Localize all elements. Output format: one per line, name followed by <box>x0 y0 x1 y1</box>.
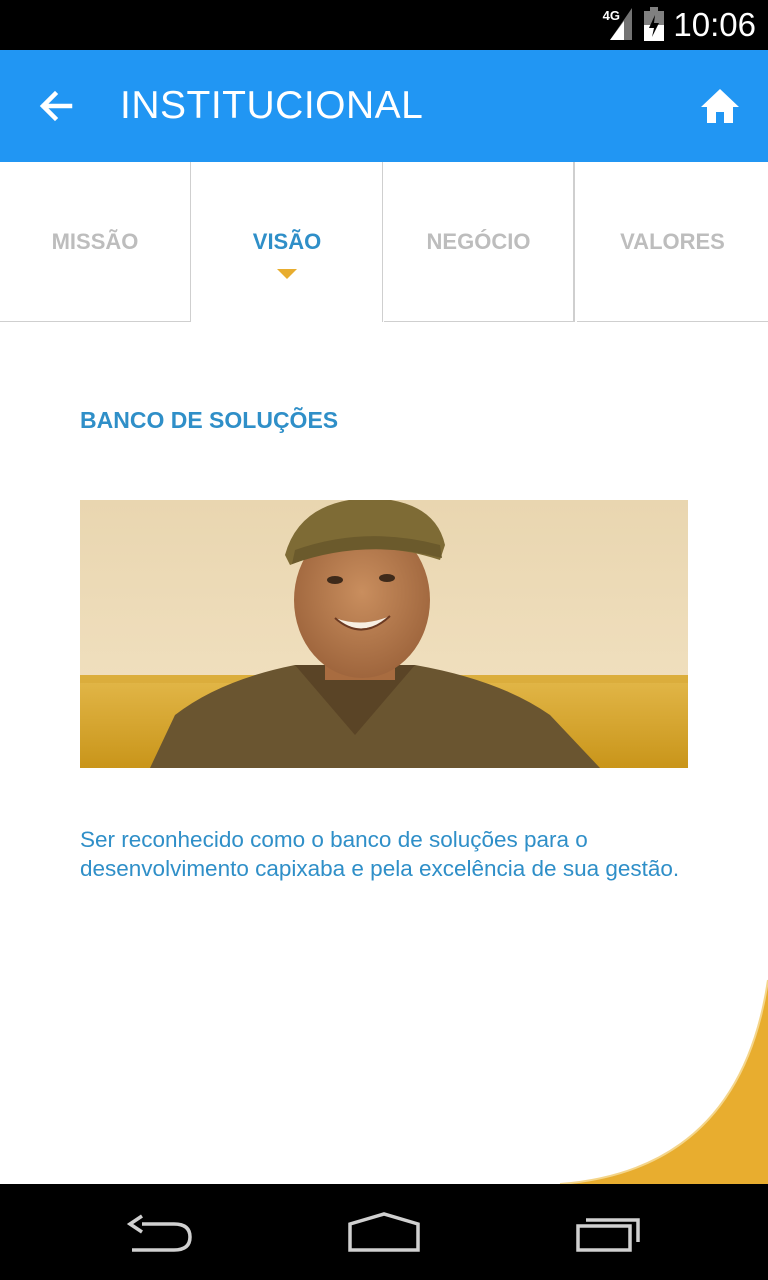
page-title: INSTITUCIONAL <box>120 84 424 127</box>
nav-recents-icon[interactable] <box>570 1202 650 1262</box>
section-heading: BANCO DE SOLUÇÕES <box>80 407 339 433</box>
selected-caret-icon <box>277 269 297 279</box>
nav-back-icon[interactable] <box>120 1202 200 1262</box>
status-bar: 4G 10:06 <box>0 0 768 50</box>
tab-label: VALORES <box>620 228 725 254</box>
system-nav-bar <box>0 1184 768 1280</box>
app-bar: INSTITUCIONAL <box>0 50 768 162</box>
clock: 10:06 <box>673 6 756 43</box>
tab-visao[interactable]: VISÃO <box>192 162 383 322</box>
farmer-photo <box>80 500 688 768</box>
signal-icon <box>610 8 632 45</box>
arrow-back-icon[interactable] <box>36 86 76 126</box>
tab-bar: MISSÃO VISÃO NEGÓCIO VALORES <box>0 162 768 324</box>
tab-label: NEGÓCIO <box>426 228 531 254</box>
tab-label: VISÃO <box>252 229 322 254</box>
battery-icon <box>644 7 664 46</box>
tab-missao[interactable]: MISSÃO <box>0 162 191 322</box>
gold-curve-decoration <box>0 940 768 1185</box>
vision-text: Ser reconhecido como o banco de soluções… <box>80 827 680 881</box>
home-icon[interactable] <box>700 86 740 126</box>
tab-valores[interactable]: VALORES <box>577 162 768 322</box>
nav-home-icon[interactable] <box>344 1202 424 1262</box>
tab-label: MISSÃO <box>51 228 139 254</box>
tab-negocio[interactable]: NEGÓCIO <box>384 162 575 322</box>
